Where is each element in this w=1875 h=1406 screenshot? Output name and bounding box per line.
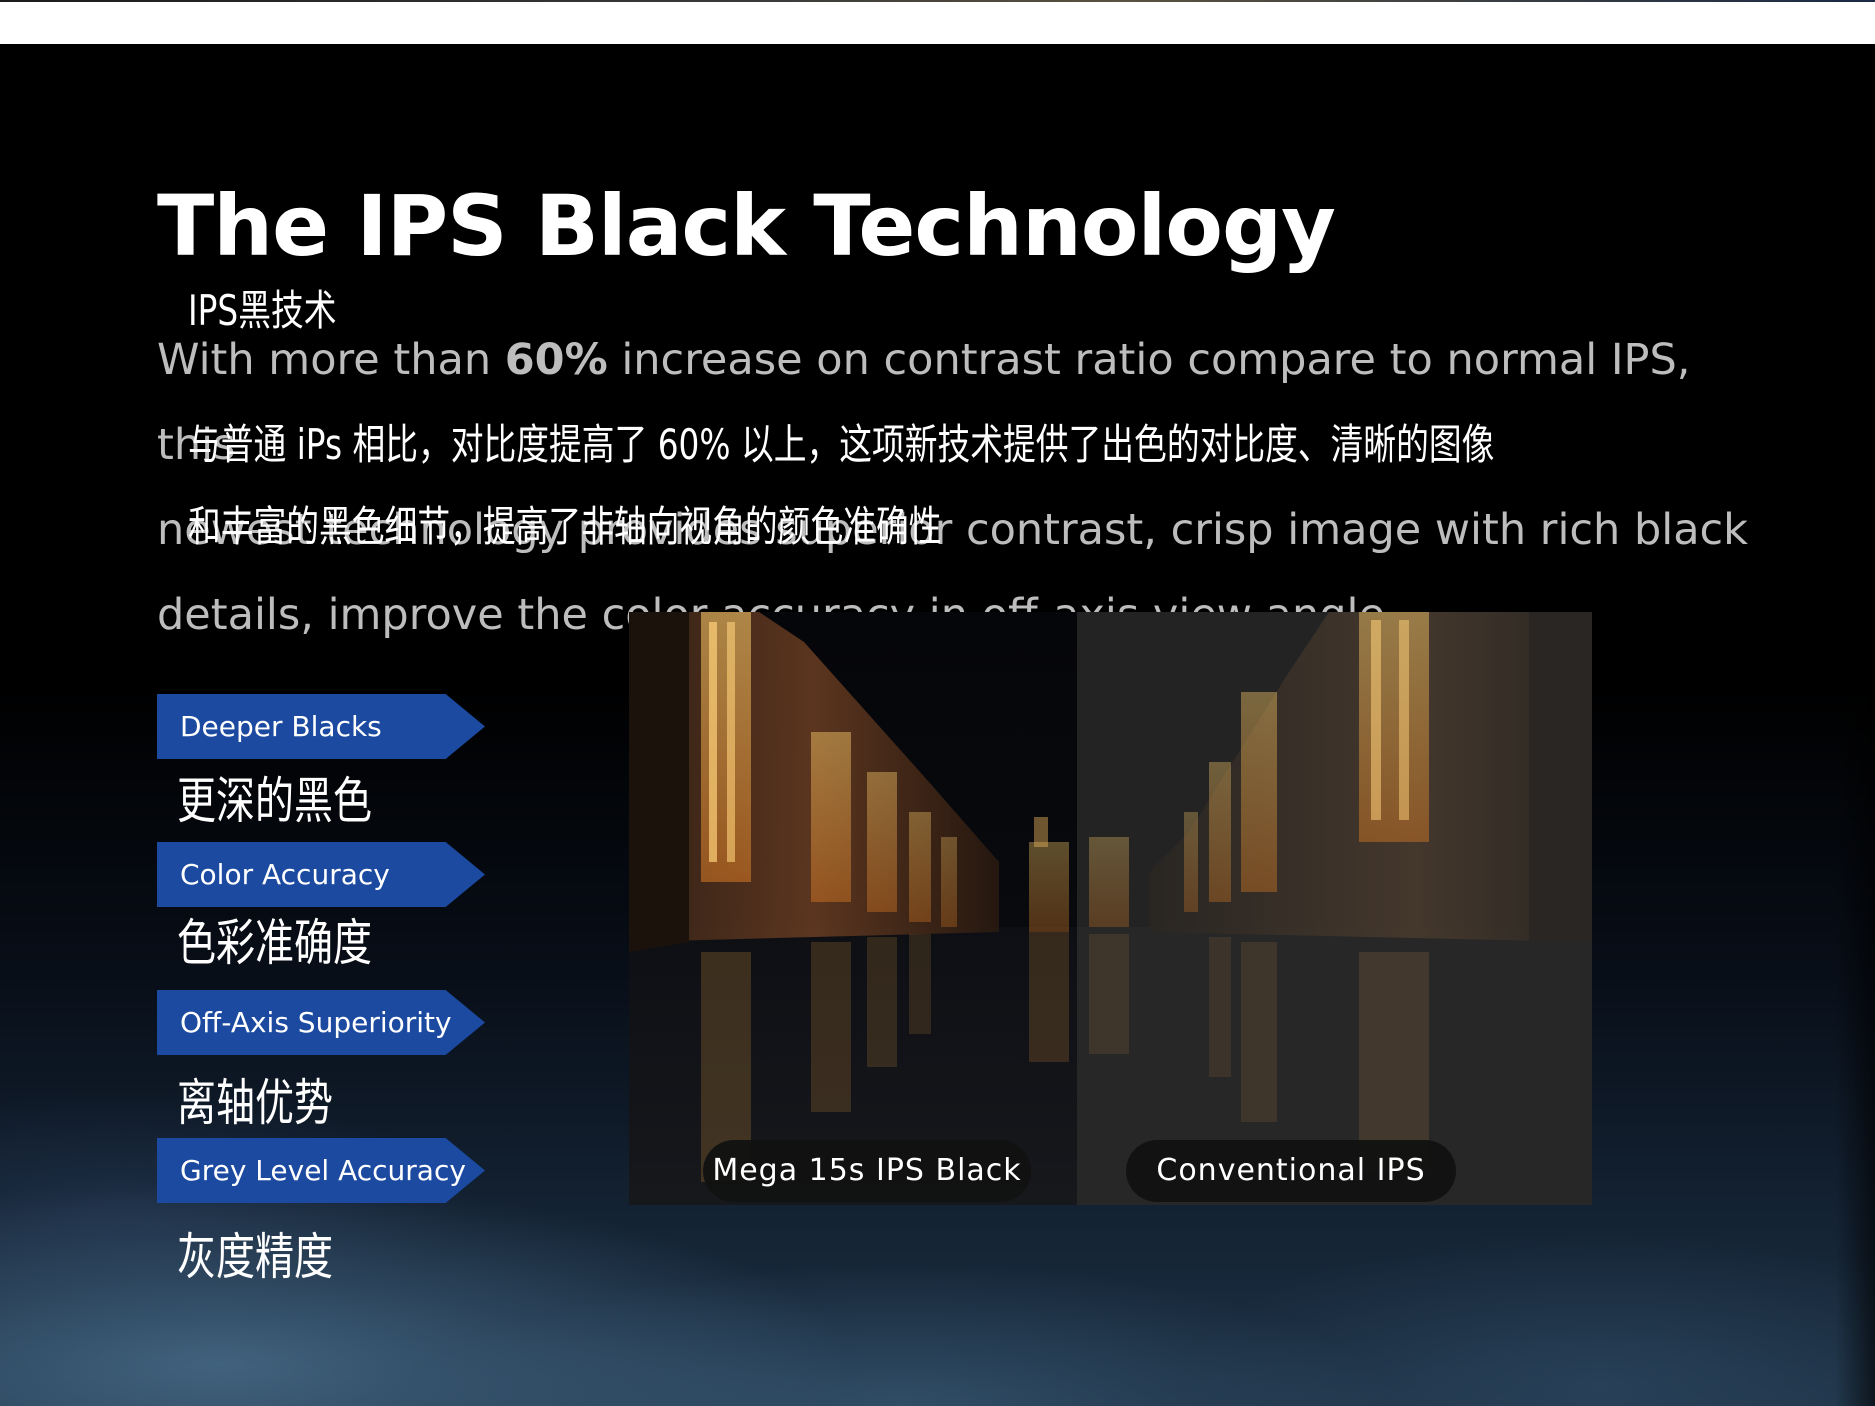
intro-cn-line1: 与普通 iPs 相比，对比度提高了 60% 以上，这项新技术提供了出色的对比度、… [188, 420, 1495, 469]
feature-cn-color-accuracy: 色彩准确度 [177, 914, 372, 972]
top-strip [0, 0, 1875, 44]
page-subtitle-cn: IPS黑技术 [188, 286, 337, 335]
page-title: The IPS Black Technology [157, 177, 1336, 275]
feature-tag-deeper-blacks[interactable]: Deeper Blacks [157, 694, 485, 759]
right-edge-shade [1835, 44, 1875, 1406]
intro-paragraph: With more than 60% increase on contrast … [157, 318, 1757, 658]
intro-line1-bold: 60% [504, 335, 608, 385]
feature-cn-off-axis: 离轴优势 [177, 1074, 333, 1132]
label-ips-black: Mega 15s IPS Black [703, 1140, 1031, 1202]
canal-night-scene [629, 612, 1592, 1205]
feature-tag-grey-level[interactable]: Grey Level Accuracy [157, 1138, 485, 1203]
feature-cn-deeper-blacks: 更深的黑色 [177, 772, 372, 830]
label-conventional-ips: Conventional IPS [1126, 1140, 1456, 1202]
comparison-image [629, 612, 1592, 1205]
intro-cn-line2: 和丰富的黑色细节，提高了非轴向视角的颜色准确性 [188, 502, 942, 551]
intro-line1-prefix: With more than [157, 335, 505, 385]
feature-tag-off-axis[interactable]: Off-Axis Superiority [157, 990, 485, 1055]
feature-tag-color-accuracy[interactable]: Color Accuracy [157, 842, 485, 907]
feature-cn-grey-level: 灰度精度 [177, 1228, 333, 1286]
